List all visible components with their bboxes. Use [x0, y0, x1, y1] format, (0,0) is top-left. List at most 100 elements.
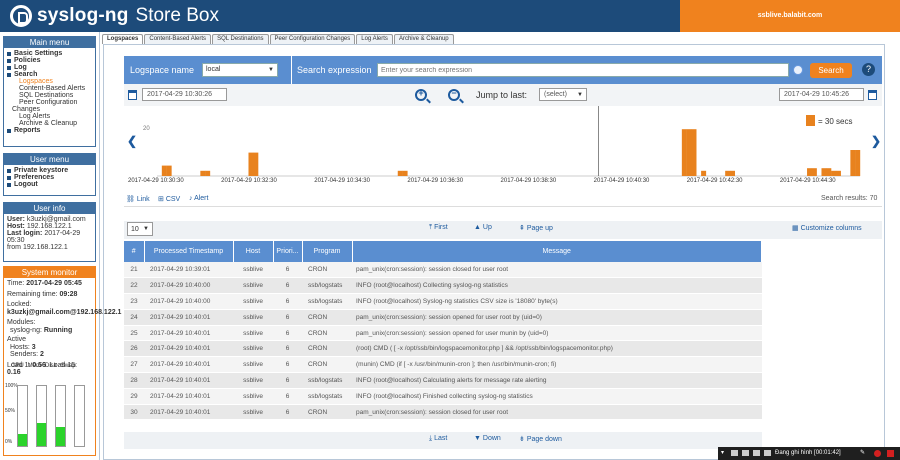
stop-icon[interactable]: [887, 450, 894, 457]
main-menu-item[interactable]: Content-Based Alerts: [7, 85, 92, 92]
histogram-bar[interactable]: [397, 170, 403, 176]
csv-button[interactable]: ⊞ CSV: [158, 195, 180, 203]
page-size-select[interactable]: 10 ▼: [127, 222, 153, 236]
main-menu-item[interactable]: Policies: [7, 57, 92, 64]
logspace-select[interactable]: local ▼: [202, 63, 278, 77]
table-row[interactable]: 24 2017-04-29 10:40:01 ssblive 6 CRON pam_uni…: [124, 309, 762, 326]
histogram-bar[interactable]: [850, 150, 856, 176]
column-header[interactable]: Processed Timestamp: [144, 241, 234, 262]
histogram-bar[interactable]: [161, 165, 167, 176]
link-button[interactable]: ⛓ Link: [126, 195, 150, 203]
table-row[interactable]: 27 2017-04-29 10:40:01 ssblive 6 CRON (munin)…: [124, 356, 762, 374]
histogram-bar[interactable]: [200, 170, 206, 176]
histogram-bar[interactable]: [831, 170, 837, 176]
histogram-bar[interactable]: [729, 170, 736, 176]
calendar-end-icon[interactable]: [868, 90, 877, 100]
end-time-input[interactable]: 2017-04-29 10:45:26: [779, 88, 864, 101]
zoom-out-icon[interactable]: −: [448, 88, 460, 101]
histogram-bar[interactable]: [701, 170, 707, 176]
main-menu-item[interactable]: Logspaces: [7, 78, 92, 85]
table-row[interactable]: 22 2017-04-29 10:40:00 ssblive 6 ssb/logstat…: [124, 277, 762, 295]
tab-item[interactable]: Logspaces: [102, 34, 144, 44]
first-page-button[interactable]: ⤒ First: [429, 224, 448, 232]
histogram-bar[interactable]: [402, 170, 408, 176]
page-up-button[interactable]: ⇞ Page up: [519, 224, 553, 232]
table-cell: pam_unix(cron:session): session closed f…: [352, 262, 762, 279]
histogram-bar[interactable]: [821, 168, 827, 176]
histogram-bar[interactable]: [855, 150, 861, 176]
table-row[interactable]: 28 2017-04-29 10:40:01 ssblive 6 ssb/logstat…: [124, 372, 762, 389]
alert-button[interactable]: ♪ Alert: [189, 195, 208, 202]
histogram-bar[interactable]: [253, 152, 259, 176]
meter-scale-0: 0%: [5, 439, 13, 445]
main-menu-item[interactable]: Reports: [7, 127, 92, 134]
tab-item[interactable]: Peer Configuration Changes: [269, 34, 356, 44]
calendar-start-icon[interactable]: [128, 90, 137, 100]
table-cell: ssblive: [233, 309, 273, 326]
table-row[interactable]: 26 2017-04-29 10:40:01 ssblive 6 CRON (root) …: [124, 340, 762, 358]
hosts-key: Hosts:: [10, 343, 30, 351]
last-login-date: 2017-04-29: [44, 230, 81, 237]
pen-icon[interactable]: ✎: [860, 449, 865, 456]
histogram-bar[interactable]: [807, 168, 813, 176]
up-button[interactable]: ▲ Up: [474, 224, 492, 231]
histogram-bar[interactable]: [725, 170, 731, 176]
zoom-icon[interactable]: [764, 450, 771, 456]
down-button[interactable]: ▼ Down: [474, 435, 501, 442]
column-header[interactable]: #: [124, 241, 145, 262]
main-menu-item[interactable]: SQL Destinations: [7, 92, 92, 99]
start-time-input[interactable]: 2017-04-29 10:30:26: [142, 88, 227, 101]
tab-item[interactable]: SQL Destinations: [212, 34, 269, 44]
user-menu-item[interactable]: Preferences: [7, 174, 92, 181]
monitor-icon[interactable]: [742, 450, 749, 456]
histogram-bar[interactable]: [691, 129, 697, 176]
main-menu-item[interactable]: Changes: [7, 106, 92, 113]
column-header[interactable]: Priori...: [273, 241, 303, 262]
main-menu-item[interactable]: Basic Settings: [7, 50, 92, 57]
last-page-button[interactable]: ⤓ Last: [429, 435, 447, 443]
main-menu-item[interactable]: Log: [7, 64, 92, 71]
table-row[interactable]: 25 2017-04-29 10:40:01 ssblive 6 CRON pam_uni…: [124, 325, 762, 342]
crop-icon[interactable]: [753, 450, 760, 456]
histogram-bar[interactable]: [248, 152, 254, 176]
user-menu-box: User menu Private keystore Preferences Log…: [3, 153, 96, 196]
main-menu-item[interactable]: Search: [7, 71, 92, 78]
tab-item[interactable]: Log Alerts: [356, 34, 393, 44]
table-row[interactable]: 29 2017-04-29 10:40:01 ssblive 6 ssb/logstat…: [124, 388, 762, 405]
search-expression-input[interactable]: [377, 63, 789, 77]
histogram-bar[interactable]: [835, 170, 841, 176]
histogram-bar[interactable]: [811, 168, 817, 176]
record-icon[interactable]: [874, 450, 881, 457]
main-menu-item[interactable]: Archive & Cleanup: [7, 120, 92, 127]
user-menu-item[interactable]: Private keystore: [7, 167, 92, 174]
histogram-bar[interactable]: [826, 168, 832, 176]
help-icon[interactable]: ?: [862, 63, 875, 76]
table-row[interactable]: 23 2017-04-29 10:40:00 ssblive 6 ssb/logstat…: [124, 293, 762, 310]
table-cell: 2017-04-29 10:40:00: [144, 277, 233, 295]
table-cell: 6: [273, 372, 302, 389]
clear-search-icon[interactable]: [793, 65, 803, 75]
column-header[interactable]: Program: [302, 241, 353, 262]
zoom-in-icon[interactable]: +: [415, 88, 427, 101]
search-button[interactable]: Search: [810, 63, 852, 78]
page-down-button[interactable]: ⇟ Page down: [519, 435, 562, 443]
chevron-down-icon: ▼: [268, 67, 274, 73]
main-menu-item[interactable]: Log Alerts: [7, 113, 92, 120]
taskbar-menu-icon[interactable]: ▾: [721, 449, 724, 456]
tab-item[interactable]: Archive & Cleanup: [393, 34, 454, 44]
user-menu-item[interactable]: Logout: [7, 181, 92, 188]
customize-columns-button[interactable]: ▦ Customize columns: [792, 224, 862, 232]
jump-to-last-select[interactable]: (select) ▼: [539, 88, 587, 101]
screen-icon[interactable]: [731, 450, 738, 456]
histogram-bar[interactable]: [205, 170, 211, 176]
main-menu-item[interactable]: Peer Configuration: [7, 99, 92, 106]
table-row[interactable]: 21 2017-04-29 10:39:01 ssblive 6 CRON pam_uni…: [124, 262, 762, 279]
tab-item[interactable]: Content-Based Alerts: [144, 34, 212, 44]
table-row[interactable]: 30 2017-04-29 10:40:01 ssblive 6 CRON pam_uni…: [124, 404, 762, 421]
column-header[interactable]: Host: [233, 241, 274, 262]
brand-logo[interactable]: syslog-ng Store Box: [10, 5, 219, 27]
column-header[interactable]: Message: [352, 241, 762, 262]
histogram-bar[interactable]: [166, 165, 172, 176]
histogram-bar[interactable]: [686, 129, 692, 176]
histogram-bar[interactable]: [681, 129, 687, 176]
